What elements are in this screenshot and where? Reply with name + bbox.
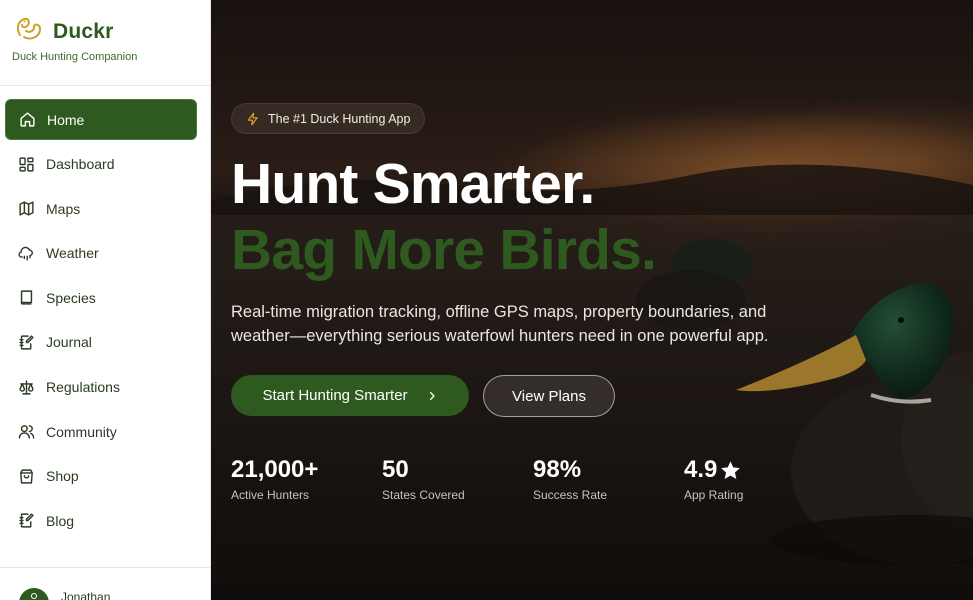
sidebar: Duckr Duck Hunting Companion Home Dashbo…: [0, 0, 211, 600]
stat-label: States Covered: [382, 488, 465, 502]
duck-logo-icon[interactable]: [12, 13, 44, 45]
sidebar-item-blog[interactable]: Blog: [5, 500, 197, 541]
avatar-icon: [31, 593, 37, 599]
map-icon: [19, 201, 34, 216]
user-name: Jonathan: [61, 590, 111, 600]
sidebar-item-label: Regulations: [46, 379, 120, 396]
sidebar-item-label: Maps: [46, 200, 81, 217]
sidebar-item-weather[interactable]: Weather: [5, 233, 197, 274]
brand-name[interactable]: Duckr: [53, 20, 114, 44]
dashboard-icon: [19, 157, 34, 172]
book-icon: [20, 290, 33, 305]
sidebar-item-shop[interactable]: Shop: [5, 456, 197, 497]
blog-icon: [19, 513, 34, 528]
stat-value: 21,000+: [231, 458, 318, 482]
user-profile[interactable]: Jonathan: [0, 567, 211, 600]
sidebar-item-community[interactable]: Community: [5, 411, 197, 452]
sidebar-item-label: Dashboard: [46, 156, 115, 173]
view-plans-button[interactable]: View Plans: [483, 375, 615, 417]
start-hunting-button[interactable]: Start Hunting Smarter: [231, 375, 469, 416]
stat-value: 50: [382, 458, 465, 482]
hero-headline-primary: Hunt Smarter.: [231, 152, 595, 216]
stat-value: 4.9: [684, 458, 743, 482]
shopping-bag-icon: [20, 469, 33, 484]
home-icon: [20, 112, 35, 127]
scale-icon: [19, 379, 34, 395]
view-plans-label: View Plans: [512, 387, 586, 405]
journal-icon: [19, 335, 34, 350]
sidebar-item-home[interactable]: Home: [5, 99, 197, 140]
lightning-icon: [247, 112, 258, 125]
hero-section: The #1 Duck Hunting App Hunt Smarter. Ba…: [211, 0, 973, 600]
sidebar-item-label: Home: [47, 111, 85, 128]
stat-label: App Rating: [684, 488, 744, 502]
weather-icon: [18, 246, 33, 261]
hero-badge: The #1 Duck Hunting App: [231, 103, 426, 134]
sidebar-item-maps[interactable]: Maps: [5, 188, 197, 229]
brand-header: Duckr Duck Hunting Companion: [0, 0, 210, 86]
stat-value-text: 50: [382, 456, 409, 483]
stat-label: Success Rate: [533, 488, 608, 502]
stat-value-text: 98%: [533, 456, 582, 483]
users-icon: [18, 425, 35, 439]
stat-active-hunters: 21,000+ Active Hunters: [231, 458, 318, 503]
sidebar-item-regulations[interactable]: Regulations: [5, 367, 197, 408]
sidebar-item-species[interactable]: Species: [5, 277, 197, 318]
sidebar-item-dashboard[interactable]: Dashboard: [5, 144, 197, 185]
hero-badge-text: The #1 Duck Hunting App: [268, 111, 411, 126]
sidebar-item-label: Journal: [46, 334, 92, 351]
start-hunting-label: Start Hunting Smarter: [262, 387, 408, 404]
sidebar-item-label: Species: [46, 289, 96, 306]
stat-label: Active Hunters: [231, 488, 310, 502]
stat-value-text: 21,000+: [231, 456, 319, 483]
star-icon: [721, 460, 741, 479]
sidebar-item-label: Weather: [46, 245, 99, 262]
stat-value-text: 4.9: [684, 456, 718, 483]
stat-states-covered: 50 States Covered: [382, 458, 465, 503]
stat-success-rate: 98% Success Rate: [533, 458, 608, 503]
stat-value: 98%: [533, 458, 607, 482]
chevron-right-icon: [429, 391, 435, 400]
sidebar-item-label: Community: [46, 423, 117, 440]
sidebar-item-label: Blog: [46, 512, 75, 529]
hero-description: Real-time migration tracking, offline GP…: [231, 303, 769, 345]
sidebar-item-journal[interactable]: Journal: [5, 322, 197, 363]
sidebar-item-label: Shop: [46, 468, 79, 485]
stat-app-rating: 4.9 App Rating: [684, 458, 744, 503]
brand-tagline: Duck Hunting Companion: [12, 51, 138, 63]
hero-headline-secondary: Bag More Birds.: [231, 218, 657, 282]
sidebar-nav: Home Dashboard Maps Weather Species Jour…: [5, 99, 197, 545]
